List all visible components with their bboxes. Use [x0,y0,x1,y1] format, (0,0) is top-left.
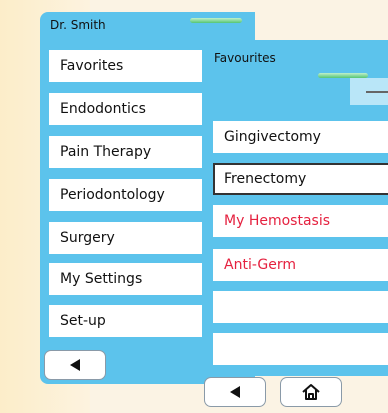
menu-set-up-button[interactable]: Set-up [49,305,202,337]
home-button[interactable] [280,377,342,407]
menu-my-settings-button[interactable]: My Settings [49,263,202,295]
favourite-item-my-hemostasis[interactable]: My Hemostasis [213,205,388,237]
scroll-line-icon [366,91,388,93]
left-back-button[interactable] [44,350,106,380]
favourites-title: Favourites [214,51,276,65]
panel-tab-highlight [190,18,242,23]
scroll-indicator[interactable] [350,78,388,105]
user-title: Dr. Smith [50,18,106,32]
menu-surgery-button[interactable]: Surgery [49,222,202,254]
favourite-item-anti-germ[interactable]: Anti-Germ [213,249,388,281]
favourite-item-empty-1[interactable] [213,291,388,323]
favourite-item-frenectomy[interactable]: Frenectomy [213,163,388,195]
favourite-item-empty-2[interactable] [213,333,388,365]
back-triangle-icon [70,359,80,371]
right-back-button[interactable] [204,377,266,407]
screen: Dr. Smith Favorites Endodontics Pain The… [0,0,388,413]
home-icon [302,384,320,400]
favourites-panel: Favourites Gingivectomy Frenectomy My He… [203,40,388,376]
favourite-item-gingivectomy[interactable]: Gingivectomy [213,121,388,153]
menu-endodontics-button[interactable]: Endodontics [49,93,202,125]
menu-pain-therapy-button[interactable]: Pain Therapy [49,136,202,168]
menu-periodontology-button[interactable]: Periodontology [49,179,202,211]
back-triangle-icon [230,386,240,398]
menu-favorites-button[interactable]: Favorites [49,50,202,82]
